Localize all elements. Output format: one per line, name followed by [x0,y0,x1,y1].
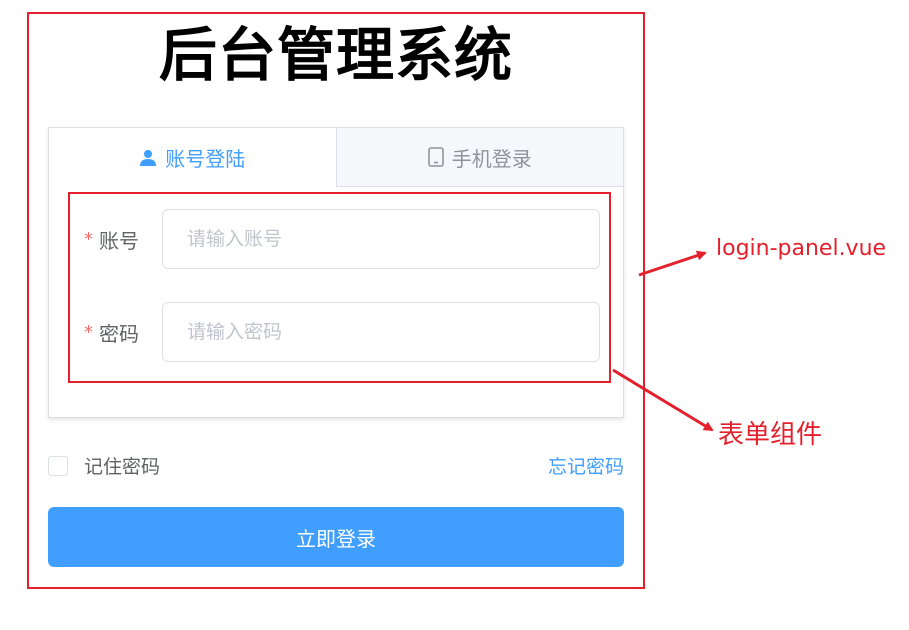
remember-password[interactable]: 记住密码 [48,452,160,479]
account-label-text: 账号 [99,228,139,253]
page-title: 后台管理系统 [158,21,513,89]
account-label: * 账号 [84,225,162,254]
tab-phone-login[interactable]: 手机登录 [335,128,623,187]
account-row: * 账号 [84,209,604,269]
password-row: * 密码 [84,302,604,362]
forgot-password-link[interactable]: 忘记密码 [548,452,624,479]
account-input[interactable] [162,209,600,269]
tab-account-login-label: 账号登陆 [165,147,246,171]
tab-account-login[interactable]: 账号登陆 [49,128,336,187]
tab-phone-login-label: 手机登录 [451,146,532,171]
form-annotation-label: 表单组件 [718,420,823,450]
user-icon [139,149,157,167]
required-star: * [84,321,93,343]
password-label-text: 密码 [99,321,139,346]
login-tabs: 账号登陆 手机登录 [49,128,623,187]
panel-annotation-label: login-panel.vue [716,236,887,261]
mobile-phone-icon [427,147,444,167]
password-label: * 密码 [84,318,162,347]
remember-label: 记住密码 [84,456,161,478]
password-input[interactable] [162,302,600,362]
panel-arrow [638,250,707,277]
remember-checkbox[interactable] [48,455,68,476]
login-button[interactable]: 立即登录 [48,507,624,567]
required-star: * [84,228,93,250]
